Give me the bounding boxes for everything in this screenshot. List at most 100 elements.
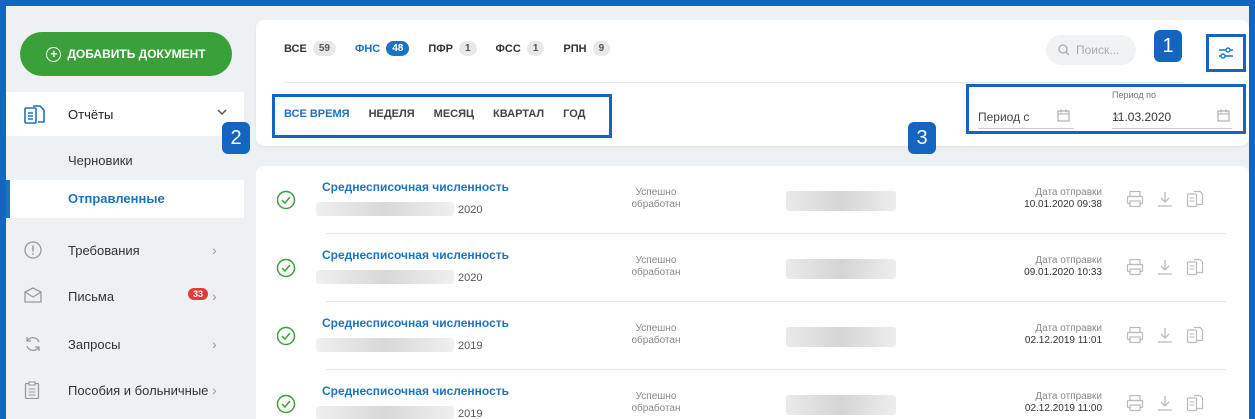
tab-count: 48: [386, 41, 410, 56]
tab-count: 9: [592, 41, 611, 56]
print-icon[interactable]: [1126, 258, 1144, 276]
send-date: 02.12.2019 11:00: [1024, 403, 1102, 414]
document-title[interactable]: Среднесписочная численность: [322, 316, 509, 330]
print-icon[interactable]: [1126, 394, 1144, 412]
sidebar: + ДОБАВИТЬ ДОКУМЕНТ Отчёты Черновики Отп…: [6, 6, 244, 419]
document-year: 2019: [458, 408, 483, 419]
download-icon[interactable]: [1156, 394, 1174, 412]
document-copy-icon[interactable]: [1186, 258, 1204, 276]
sidebar-subitem-drafts[interactable]: Черновики: [6, 142, 244, 180]
row-actions: [1126, 326, 1204, 344]
status-text: Успешно обработан: [631, 391, 681, 414]
status-text: Успешно обработан: [631, 255, 681, 278]
print-icon[interactable]: [1126, 326, 1144, 344]
tab-label: РПН: [563, 42, 587, 55]
sidebar-item-queries[interactable]: Запросы ›: [6, 324, 244, 364]
chevron-right-icon: ›: [212, 242, 217, 258]
plus-icon: +: [46, 46, 62, 62]
check-circle-icon: [276, 394, 296, 414]
document-title[interactable]: Среднесписочная численность: [322, 248, 509, 262]
add-document-button[interactable]: + ДОБАВИТЬ ДОКУМЕНТ: [20, 32, 232, 76]
sidebar-item-requirements[interactable]: Требования ›: [6, 230, 244, 270]
search-icon: [1058, 44, 1070, 56]
highlight-date-range: [966, 84, 1246, 134]
row-actions: [1126, 190, 1204, 208]
row-actions: [1126, 394, 1204, 412]
document-year: 2019: [458, 340, 483, 352]
tab-pfr[interactable]: ПФР 1: [428, 41, 477, 56]
tab-label: ВСЕ: [284, 42, 307, 55]
tab-count: 1: [526, 41, 545, 56]
sidebar-item-label: Пособия и больничные: [68, 383, 209, 398]
tab-label: ФНС: [354, 42, 381, 55]
add-document-label: ДОБАВИТЬ ДОКУМЕНТ: [67, 47, 206, 61]
tab-label: ПФР: [428, 42, 453, 55]
document-title[interactable]: Среднесписочная численность: [322, 384, 509, 398]
table-row[interactable]: Среднесписочная численность 2019 Успешно…: [256, 302, 1249, 370]
exclamation-circle-icon: [24, 241, 42, 259]
date-label: Дата отправки: [1035, 255, 1102, 266]
date-label: Дата отправки: [1035, 391, 1102, 402]
check-circle-icon: [276, 190, 296, 210]
sidebar-subitem-label: Отправленные: [68, 191, 165, 206]
date-label: Дата отправки: [1035, 323, 1102, 334]
sidebar-item-label: Отчёты: [68, 107, 114, 122]
table-row[interactable]: Среднесписочная численность 2020 Успешно…: [256, 166, 1249, 234]
sidebar-item-reports[interactable]: Отчёты: [6, 92, 244, 136]
tab-count: 1: [458, 41, 477, 56]
chevron-down-icon[interactable]: [216, 106, 228, 118]
tab-label: ФСС: [495, 42, 521, 55]
row-actions: [1126, 258, 1204, 276]
tab-all[interactable]: ВСЕ 59: [284, 41, 336, 56]
sidebar-item-label: Требования: [68, 243, 140, 258]
search-input[interactable]: Поиск...: [1046, 35, 1136, 65]
send-date: 09.01.2020 10:33: [1024, 267, 1102, 278]
document-year: 2020: [458, 204, 483, 216]
print-icon[interactable]: [1126, 190, 1144, 208]
tab-count: 59: [312, 41, 336, 56]
filter-card: ВСЕ 59 ФНС 48 ПФР 1 ФСС 1 РПН 9 Поиск... ВСЕ …: [256, 20, 1249, 146]
sidebar-item-label: Запросы: [68, 337, 121, 352]
chevron-right-icon: ›: [212, 288, 217, 304]
download-icon[interactable]: [1156, 258, 1174, 276]
blurred-text: [786, 327, 896, 347]
tab-rpn[interactable]: РПН 9: [563, 41, 611, 56]
chevron-right-icon: ›: [212, 382, 217, 398]
sidebar-subitem-sent[interactable]: Отправленные: [6, 180, 244, 218]
active-indicator: [6, 180, 10, 218]
blurred-text: [316, 338, 454, 352]
blurred-text: [316, 202, 454, 216]
tab-fns[interactable]: ФНС 48: [354, 41, 410, 56]
sidebar-subitem-label: Черновики: [68, 153, 133, 168]
date-label: Дата отправки: [1035, 187, 1102, 198]
send-date: 02.12.2019 11:01: [1024, 335, 1102, 346]
sidebar-item-benefits[interactable]: Пособия и больничные ›: [6, 370, 244, 410]
send-date: 10.01.2020 09:38: [1024, 199, 1102, 210]
document-copy-icon[interactable]: [1186, 394, 1204, 412]
agency-tabs: ВСЕ 59 ФНС 48 ПФР 1 ФСС 1 РПН 9: [284, 41, 611, 56]
reports-icon: [24, 105, 45, 124]
document-copy-icon[interactable]: [1186, 190, 1204, 208]
app-frame: + ДОБАВИТЬ ДОКУМЕНТ Отчёты Черновики Отп…: [6, 6, 1249, 419]
callout-3: 3: [908, 122, 936, 154]
table-row[interactable]: Среднесписочная численность 2019 Успешно…: [256, 370, 1249, 419]
table-row[interactable]: Среднесписочная численность 2020 Успешно…: [256, 234, 1249, 302]
document-title[interactable]: Среднесписочная численность: [322, 180, 509, 194]
highlight-periods: [272, 94, 612, 138]
documents-list: Среднесписочная численность 2020 Успешно…: [256, 166, 1249, 419]
callout-1: 1: [1154, 30, 1182, 62]
document-copy-icon[interactable]: [1186, 326, 1204, 344]
tab-fss[interactable]: ФСС 1: [496, 41, 545, 56]
unread-count-badge: 33: [188, 288, 209, 300]
chevron-right-icon: ›: [212, 336, 217, 352]
sidebar-item-letters[interactable]: Письма 33 ›: [6, 276, 244, 316]
refresh-icon: [26, 337, 40, 351]
blurred-text: [316, 270, 454, 284]
blurred-text: [316, 406, 454, 419]
document-year: 2020: [458, 272, 483, 284]
blurred-text: [786, 395, 896, 415]
blurred-text: [786, 259, 896, 279]
download-icon[interactable]: [1156, 326, 1174, 344]
envelope-icon: [24, 287, 42, 303]
download-icon[interactable]: [1156, 190, 1174, 208]
